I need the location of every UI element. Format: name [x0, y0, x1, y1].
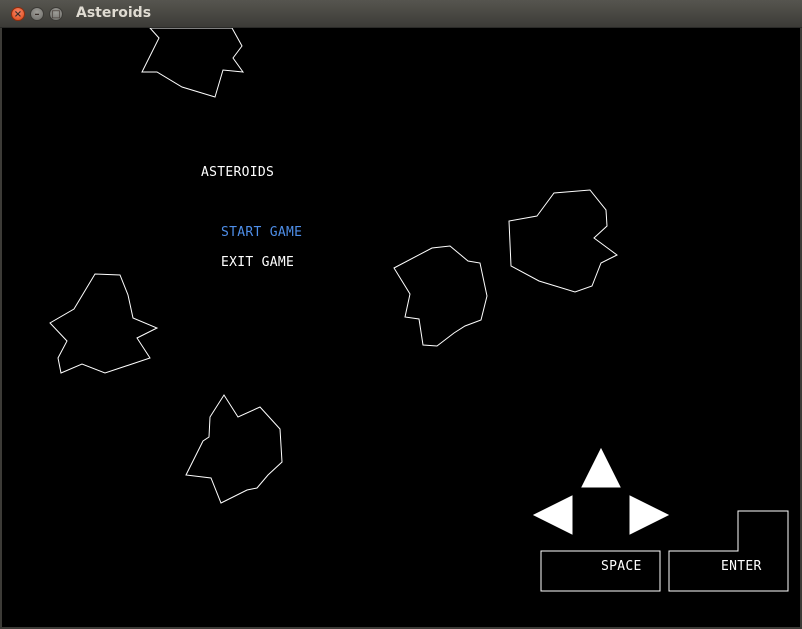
arrow-right-icon [629, 495, 670, 535]
arrow-left-icon [532, 495, 573, 535]
asteroid [141, 28, 245, 98]
start-game-option[interactable]: START GAME [221, 225, 302, 240]
asteroid [49, 273, 159, 374]
arrow-up-icon [581, 447, 621, 488]
asteroid [393, 245, 488, 347]
minimize-icon[interactable]: – [30, 7, 44, 21]
close-icon[interactable]: × [11, 7, 25, 21]
game-canvas[interactable]: ASTEROIDS START GAME EXIT GAME SPACE ENT… [2, 28, 800, 627]
game-title: ASTEROIDS [201, 165, 275, 180]
enter-key-label: ENTER [721, 559, 762, 574]
space-key-label: SPACE [601, 559, 642, 574]
maximize-icon[interactable]: □ [49, 7, 63, 21]
asteroid [185, 394, 283, 504]
exit-game-option[interactable]: EXIT GAME [221, 255, 294, 270]
enter-key [668, 510, 789, 592]
game-scene [49, 28, 789, 592]
window-title: Asteroids [76, 5, 152, 21]
asteroid [508, 189, 618, 293]
window-titlebar: × – □ Asteroids [0, 0, 802, 28]
